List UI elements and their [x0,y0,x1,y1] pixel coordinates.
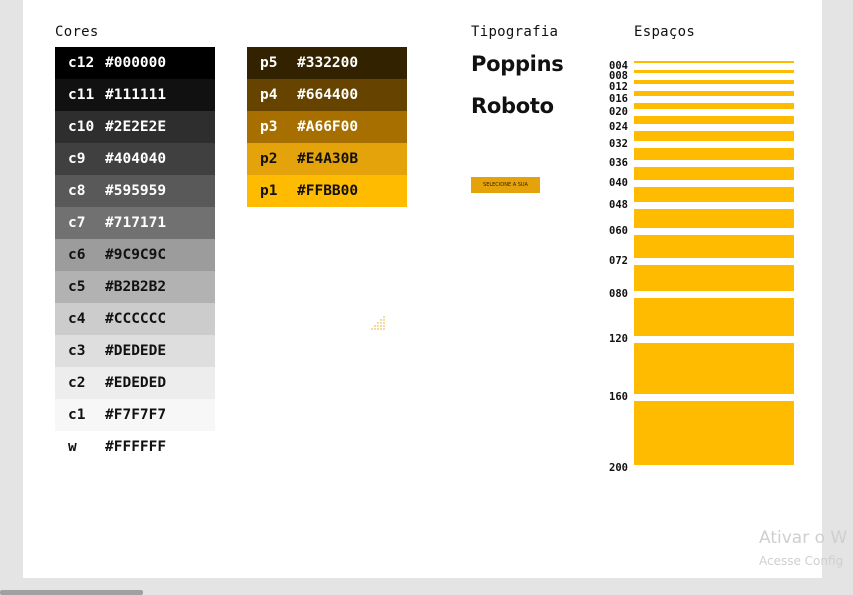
swatch-code: c6 [68,247,86,263]
spacing-label-072: 072 [609,255,628,267]
swatch-hex: #B2B2B2 [105,279,167,295]
color-swatch-p4: p4 #664400 [247,79,407,111]
swatch-code: c4 [68,311,86,327]
swatch-hex: #595959 [105,183,167,199]
swatch-code: w [68,439,77,455]
swatch-hex: #F7F7F7 [105,407,167,423]
spacing-label-024: 024 [609,121,628,133]
spacing-bar-024 [634,116,794,124]
swatch-code: p4 [260,87,278,103]
swatch-hex: #DEDEDE [105,343,167,359]
activation-watermark-subtitle: Acesse Config [759,554,844,568]
color-swatch-c6: c6 #9C9C9C [55,239,215,271]
spacing-bar-048 [634,187,794,202]
color-swatch-c9: c9 #404040 [55,143,215,175]
spacing-bar-040 [634,167,794,180]
swatch-code: c2 [68,375,86,391]
spacing-label-160: 160 [609,391,628,403]
color-swatch-c12: c12 #000000 [55,47,215,79]
spacing-label-020: 020 [609,106,628,118]
color-swatch-c8: c8 #595959 [55,175,215,207]
spacing-label-080: 080 [609,288,628,300]
cores-heading: Cores [55,24,99,40]
color-swatch-c5: c5 #B2B2B2 [55,271,215,303]
swatch-hex: #9C9C9C [105,247,167,263]
horizontal-scrollbar[interactable] [0,590,143,595]
color-swatch-w: w #FFFFFF [55,431,215,463]
color-swatch-c3: c3 #DEDEDE [55,335,215,367]
spacing-bar-032 [634,131,794,141]
spacing-label-120: 120 [609,333,628,345]
swatch-hex: #332200 [297,55,359,71]
swatch-hex: #CCCCCC [105,311,167,327]
spacing-label-032: 032 [609,138,628,150]
color-swatch-c1: c1 #F7F7F7 [55,399,215,431]
color-swatch-c11: c11 #111111 [55,79,215,111]
spacing-bar-008 [634,70,794,73]
swatch-code: c7 [68,215,86,231]
swatch-code: p3 [260,119,278,135]
activation-watermark-title: Ativar o W [759,528,848,548]
spacing-bar-072 [634,235,794,258]
color-swatch-c4: c4 #CCCCCC [55,303,215,335]
swatch-hex: #717171 [105,215,167,231]
spacing-bar-012 [634,80,794,84]
swatch-code: p5 [260,55,278,71]
spacing-label-048: 048 [609,199,628,211]
color-swatch-c2: c2 #EDEDED [55,367,215,399]
font-sample-poppins: Poppins [471,52,564,76]
swatch-code: c3 [68,343,86,359]
swatch-hex: #111111 [105,87,167,103]
spacing-bar-016 [634,91,794,96]
swatch-hex: #E4A30B [297,151,359,167]
color-swatch-p5: p5 #332200 [247,47,407,79]
color-swatch-p3: p3 #A66F00 [247,111,407,143]
spacing-bar-020 [634,103,794,109]
spacing-label-016: 016 [609,93,628,105]
color-swatch-c7: c7 #717171 [55,207,215,239]
font-sample-roboto: Roboto [471,94,554,118]
swatch-code: p2 [260,151,278,167]
spacing-bar-060 [634,209,794,228]
spacing-bar-080 [634,265,794,291]
spacing-bar-004 [634,61,794,63]
swatch-hex: #404040 [105,151,167,167]
swatch-code: c5 [68,279,86,295]
spacing-label-040: 040 [609,177,628,189]
swatch-code: c12 [68,55,95,71]
spacing-bar-200 [634,401,794,465]
swatch-hex: #000000 [105,55,167,71]
spacing-bar-036 [634,148,794,160]
spacing-label-060: 060 [609,225,628,237]
tipografia-heading: Tipografia [471,24,559,40]
selecione-button[interactable]: SELECIONE A SUA [471,177,540,193]
color-swatch-c10: c10 #2E2E2E [55,111,215,143]
swatch-code: c1 [68,407,86,423]
swatch-hex: #664400 [297,87,359,103]
espacos-heading: Espaços [634,24,696,40]
dot-grid-icon [371,316,385,330]
swatch-hex: #2E2E2E [105,119,167,135]
swatch-hex: #EDEDED [105,375,167,391]
spacing-label-012: 012 [609,81,628,93]
color-swatch-p2: p2 #E4A30B [247,143,407,175]
swatch-hex: #FFFFFF [105,439,167,455]
swatch-code: c8 [68,183,86,199]
swatch-code: c10 [68,119,95,135]
spacing-bar-160 [634,343,794,394]
swatch-hex: #A66F00 [297,119,359,135]
swatch-code: c11 [68,87,95,103]
spacing-bar-120 [634,298,794,336]
color-swatch-p1: p1 #FFBB00 [247,175,407,207]
swatch-hex: #FFBB00 [297,183,359,199]
swatch-code: p1 [260,183,278,199]
spacing-label-200: 200 [609,462,628,474]
spacing-label-036: 036 [609,157,628,169]
swatch-code: c9 [68,151,86,167]
